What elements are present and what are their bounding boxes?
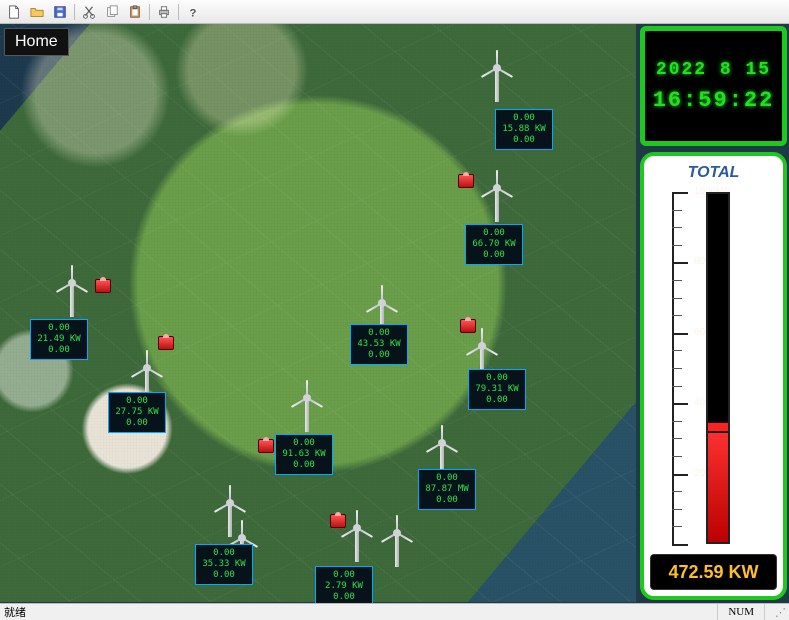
label-line2: 79.31 KW — [474, 384, 520, 395]
label-line2: 21.49 KW — [36, 334, 82, 345]
label-line1: 0.00 — [501, 113, 547, 124]
turbine-data-label: 0.0043.53 KW0.00 — [350, 324, 408, 365]
total-gauge: TOTAL 1000kW800kW600kW400kW200kW 472.59 … — [640, 152, 787, 600]
open-file-icon[interactable] — [26, 2, 48, 22]
help-icon[interactable]: ? — [182, 2, 204, 22]
alarm-icon[interactable] — [95, 279, 111, 293]
label-line2: 27.75 KW — [114, 407, 160, 418]
status-text: 就绪 — [4, 604, 26, 620]
label-line1: 0.00 — [471, 228, 517, 239]
save-icon[interactable] — [49, 2, 71, 22]
gauge-title: TOTAL — [688, 164, 740, 182]
right-panel: 2022 8 15 16:59:22 TOTAL 1000kW800kW600k… — [638, 24, 789, 602]
alarm-icon[interactable] — [158, 336, 174, 350]
turbine-data-label: 0.0021.49 KW0.00 — [30, 319, 88, 360]
clock-date: 2022 8 15 — [656, 60, 771, 80]
turbine-icon[interactable] — [290, 384, 324, 432]
label-line1: 0.00 — [356, 328, 402, 339]
svg-text:?: ? — [190, 7, 197, 19]
gauge-bar — [706, 192, 730, 544]
turbine-data-label: 0.0027.75 KW0.00 — [108, 392, 166, 433]
alarm-icon[interactable] — [460, 319, 476, 333]
toolbar-separator — [178, 4, 179, 20]
copy-icon[interactable] — [101, 2, 123, 22]
label-line1: 0.00 — [36, 323, 82, 334]
label-line1: 0.00 — [201, 548, 247, 559]
turbine-icon[interactable] — [480, 54, 514, 102]
gauge-body: 1000kW800kW600kW400kW200kW — [650, 188, 777, 548]
status-resize-grip[interactable]: ⋰ — [764, 604, 785, 620]
alarm-icon[interactable] — [258, 439, 274, 453]
label-line2: 35.33 KW — [201, 559, 247, 570]
alarm-icon[interactable] — [330, 514, 346, 528]
gauge-bar-fill — [708, 427, 728, 542]
label-line2: 43.53 KW — [356, 339, 402, 350]
label-line1: 0.00 — [281, 438, 327, 449]
label-line3: 0.00 — [201, 570, 247, 581]
total-readout: 472.59 KW — [650, 554, 777, 590]
turbine-data-label: 0.0015.88 KW0.00 — [495, 109, 553, 150]
label-line1: 0.00 — [424, 473, 470, 484]
turbine-icon[interactable] — [55, 269, 89, 317]
clock-time: 16:59:22 — [653, 88, 775, 113]
label-line2: 66.70 KW — [471, 239, 517, 250]
label-line3: 0.00 — [321, 592, 367, 603]
label-line3: 0.00 — [281, 460, 327, 471]
label-line3: 0.00 — [471, 250, 517, 261]
paste-icon[interactable] — [124, 2, 146, 22]
turbine-data-label: 0.002.79 KW0.00 — [315, 566, 373, 603]
toolbar-separator — [74, 4, 75, 20]
toolbar: ? — [0, 0, 789, 24]
label-line1: 0.00 — [114, 396, 160, 407]
toolbar-separator — [149, 4, 150, 20]
turbine-icon[interactable] — [480, 174, 514, 222]
label-line3: 0.00 — [424, 495, 470, 506]
label-line3: 0.00 — [474, 395, 520, 406]
turbine-data-label: 0.0066.70 KW0.00 — [465, 224, 523, 265]
clock-display: 2022 8 15 16:59:22 — [640, 26, 787, 146]
status-num: NUM — [717, 604, 764, 620]
turbine-icon[interactable] — [380, 519, 414, 567]
cut-icon[interactable] — [78, 2, 100, 22]
label-line2: 87.87 MW — [424, 484, 470, 495]
label-line3: 0.00 — [501, 135, 547, 146]
label-line2: 15.88 KW — [501, 124, 547, 135]
status-bar: 就绪 NUM ⋰ — [0, 603, 789, 620]
workspace: Home 0.0015.88 KW0.000.0066.70 KW0.000.0… — [0, 24, 789, 603]
turbine-data-label: 0.0079.31 KW0.00 — [468, 369, 526, 410]
label-line2: 91.63 KW — [281, 449, 327, 460]
map-view[interactable]: Home 0.0015.88 KW0.000.0066.70 KW0.000.0… — [0, 24, 636, 602]
alarm-icon[interactable] — [458, 174, 474, 188]
turbine-data-label: 0.0087.87 MW0.00 — [418, 469, 476, 510]
turbine-data-label: 0.0035.33 KW0.00 — [195, 544, 253, 585]
new-file-icon[interactable] — [3, 2, 25, 22]
label-line2: 2.79 KW — [321, 581, 367, 592]
home-button[interactable]: Home — [4, 28, 69, 56]
label-line1: 0.00 — [474, 373, 520, 384]
label-line3: 0.00 — [114, 418, 160, 429]
label-line1: 0.00 — [321, 570, 367, 581]
label-line3: 0.00 — [36, 345, 82, 356]
label-line3: 0.00 — [356, 350, 402, 361]
turbine-data-label: 0.0091.63 KW0.00 — [275, 434, 333, 475]
print-icon[interactable] — [153, 2, 175, 22]
